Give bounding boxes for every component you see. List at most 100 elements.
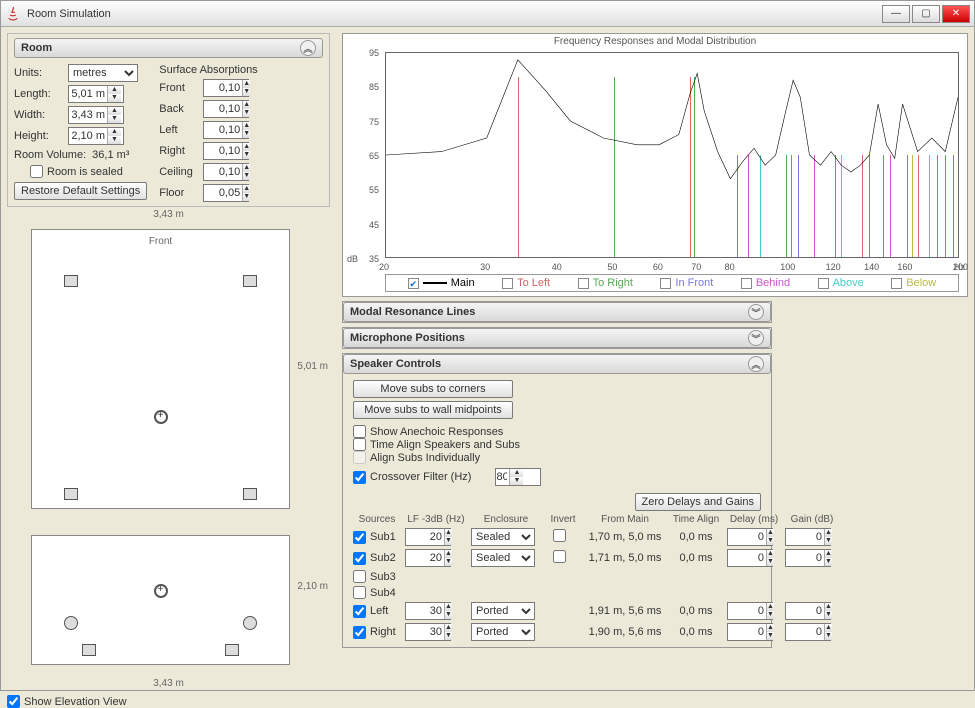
units-select[interactable]: metres bbox=[68, 64, 138, 82]
plan-view[interactable]: Front bbox=[31, 229, 290, 509]
source-right-checkbox[interactable]: Right bbox=[353, 626, 401, 639]
units-label: Units: bbox=[14, 67, 64, 79]
invert-checkbox[interactable] bbox=[545, 550, 581, 566]
zero-delays-button[interactable]: Zero Delays and Gains bbox=[635, 493, 762, 511]
gain-input[interactable]: ▲▼ bbox=[785, 623, 839, 641]
abs-back-input[interactable]: ▲▼ bbox=[203, 100, 249, 118]
legend-item[interactable]: Above bbox=[818, 277, 864, 289]
gain-input[interactable]: ▲▼ bbox=[785, 549, 839, 567]
show-elevation-checkbox[interactable]: Show Elevation View bbox=[7, 695, 330, 708]
sub-left[interactable] bbox=[64, 616, 78, 630]
abs-right-label: Right bbox=[159, 145, 199, 157]
invert-checkbox[interactable] bbox=[545, 529, 581, 545]
modal-resonance-header[interactable]: Modal Resonance Lines︾ bbox=[343, 302, 771, 322]
y-axis-label: dB bbox=[347, 254, 358, 264]
crossover-input[interactable]: ▲▼ bbox=[495, 468, 541, 486]
abs-front-input[interactable]: ▲▼ bbox=[203, 79, 249, 97]
speaker-front-left[interactable] bbox=[64, 275, 78, 287]
chevron-up-icon: ︽ bbox=[748, 356, 764, 372]
abs-right-input[interactable]: ▲▼ bbox=[203, 142, 249, 160]
room-panel: Room ︽ Units: metres Length: ▲▼ Width: ▲… bbox=[7, 33, 330, 207]
abs-floor-label: Floor bbox=[159, 187, 199, 199]
speaker-rear-left[interactable] bbox=[64, 488, 78, 500]
source-sub1-checkbox[interactable]: Sub1 bbox=[353, 531, 401, 544]
legend-item[interactable]: Below bbox=[891, 277, 936, 289]
legend-item[interactable]: ✔Main bbox=[408, 277, 475, 289]
enclosure-select[interactable]: Ported bbox=[471, 602, 541, 620]
speaker-front-right[interactable] bbox=[243, 275, 257, 287]
microphone-icon[interactable] bbox=[154, 410, 168, 424]
speaker-rear-right[interactable] bbox=[243, 488, 257, 500]
chevron-down-icon: ︾ bbox=[748, 304, 764, 320]
restore-defaults-button[interactable]: Restore Default Settings bbox=[14, 182, 147, 200]
lf-input[interactable]: ▲▼ bbox=[405, 528, 467, 546]
window-title: Room Simulation bbox=[27, 8, 882, 20]
anechoic-checkbox[interactable]: Show Anechoic Responses bbox=[353, 425, 761, 438]
volume-label: Room Volume: bbox=[14, 149, 86, 161]
height-input[interactable]: ▲▼ bbox=[68, 127, 124, 145]
move-subs-corners-button[interactable]: Move subs to corners bbox=[353, 380, 513, 398]
collapse-icon[interactable]: ︽ bbox=[300, 40, 316, 56]
delay-input[interactable]: ▲▼ bbox=[727, 528, 781, 546]
room-panel-header[interactable]: Room ︽ bbox=[14, 38, 323, 58]
abs-floor-input[interactable]: ▲▼ bbox=[203, 184, 249, 202]
microphone-positions-header[interactable]: Microphone Positions︾ bbox=[343, 328, 771, 348]
elev-spk-right[interactable] bbox=[225, 644, 239, 656]
abs-left-label: Left bbox=[159, 124, 199, 136]
chart-legend: ✔Main To Left To Right In Front Behind Above B… bbox=[385, 274, 959, 292]
length-input[interactable]: ▲▼ bbox=[68, 85, 124, 103]
gain-input[interactable]: ▲▼ bbox=[785, 602, 839, 620]
speaker-controls-header[interactable]: Speaker Controls︽ bbox=[343, 354, 771, 374]
plan-height-label: 5,01 m bbox=[297, 361, 328, 372]
room-panel-title: Room bbox=[21, 42, 52, 54]
source-sub4-checkbox[interactable]: Sub4 bbox=[353, 586, 401, 599]
enclosure-select[interactable]: Sealed bbox=[471, 528, 541, 546]
titlebar[interactable]: Room Simulation — ▢ ✕ bbox=[1, 1, 974, 27]
enclosure-select[interactable]: Ported bbox=[471, 623, 541, 641]
abs-front-label: Front bbox=[159, 82, 199, 94]
plan-width-label: 3,43 m bbox=[153, 209, 184, 220]
crossover-checkbox[interactable]: Crossover Filter (Hz) ▲▼ bbox=[353, 468, 761, 486]
legend-item[interactable]: Behind bbox=[741, 277, 790, 289]
source-left-checkbox[interactable]: Left bbox=[353, 605, 401, 618]
legend-item[interactable]: In Front bbox=[660, 277, 713, 289]
delay-input[interactable]: ▲▼ bbox=[727, 549, 781, 567]
width-label: Width: bbox=[14, 109, 64, 121]
elevation-view[interactable] bbox=[31, 535, 290, 665]
delay-input[interactable]: ▲▼ bbox=[727, 623, 781, 641]
app-window: Room Simulation — ▢ ✕ Room ︽ Units: met bbox=[0, 0, 975, 691]
lf-input[interactable]: ▲▼ bbox=[405, 623, 467, 641]
time-align-checkbox[interactable]: Time Align Speakers and Subs bbox=[353, 438, 761, 451]
elev-width-label: 3,43 m bbox=[153, 678, 184, 689]
java-icon bbox=[5, 6, 21, 22]
source-sub3-checkbox[interactable]: Sub3 bbox=[353, 570, 401, 583]
plan-front-label: Front bbox=[149, 236, 172, 247]
absorptions-header: Surface Absorptions bbox=[159, 64, 257, 76]
sealed-checkbox[interactable]: Room is sealed bbox=[30, 165, 147, 178]
close-button[interactable]: ✕ bbox=[942, 5, 970, 23]
enclosure-select[interactable]: Sealed bbox=[471, 549, 541, 567]
mic-elev-icon[interactable] bbox=[154, 584, 168, 598]
abs-back-label: Back bbox=[159, 103, 199, 115]
sub-right[interactable] bbox=[243, 616, 257, 630]
volume-value: 36,1 m³ bbox=[92, 149, 129, 161]
source-sub2-checkbox[interactable]: Sub2 bbox=[353, 552, 401, 565]
legend-item[interactable]: To Right bbox=[578, 277, 633, 289]
minimize-button[interactable]: — bbox=[882, 5, 910, 23]
frequency-chart[interactable]: Frequency Responses and Modal Distributi… bbox=[342, 33, 968, 297]
maximize-button[interactable]: ▢ bbox=[912, 5, 940, 23]
length-label: Length: bbox=[14, 88, 64, 100]
lf-input[interactable]: ▲▼ bbox=[405, 602, 467, 620]
abs-ceiling-input[interactable]: ▲▼ bbox=[203, 163, 249, 181]
legend-item[interactable]: To Left bbox=[502, 277, 550, 289]
abs-ceiling-label: Ceiling bbox=[159, 166, 199, 178]
width-input[interactable]: ▲▼ bbox=[68, 106, 124, 124]
move-subs-midpoints-button[interactable]: Move subs to wall midpoints bbox=[353, 401, 513, 419]
lf-input[interactable]: ▲▼ bbox=[405, 549, 467, 567]
elev-height-label: 2,10 m bbox=[297, 581, 328, 592]
chevron-down-icon: ︾ bbox=[748, 330, 764, 346]
gain-input[interactable]: ▲▼ bbox=[785, 528, 839, 546]
abs-left-input[interactable]: ▲▼ bbox=[203, 121, 249, 139]
elev-spk-left[interactable] bbox=[82, 644, 96, 656]
delay-input[interactable]: ▲▼ bbox=[727, 602, 781, 620]
